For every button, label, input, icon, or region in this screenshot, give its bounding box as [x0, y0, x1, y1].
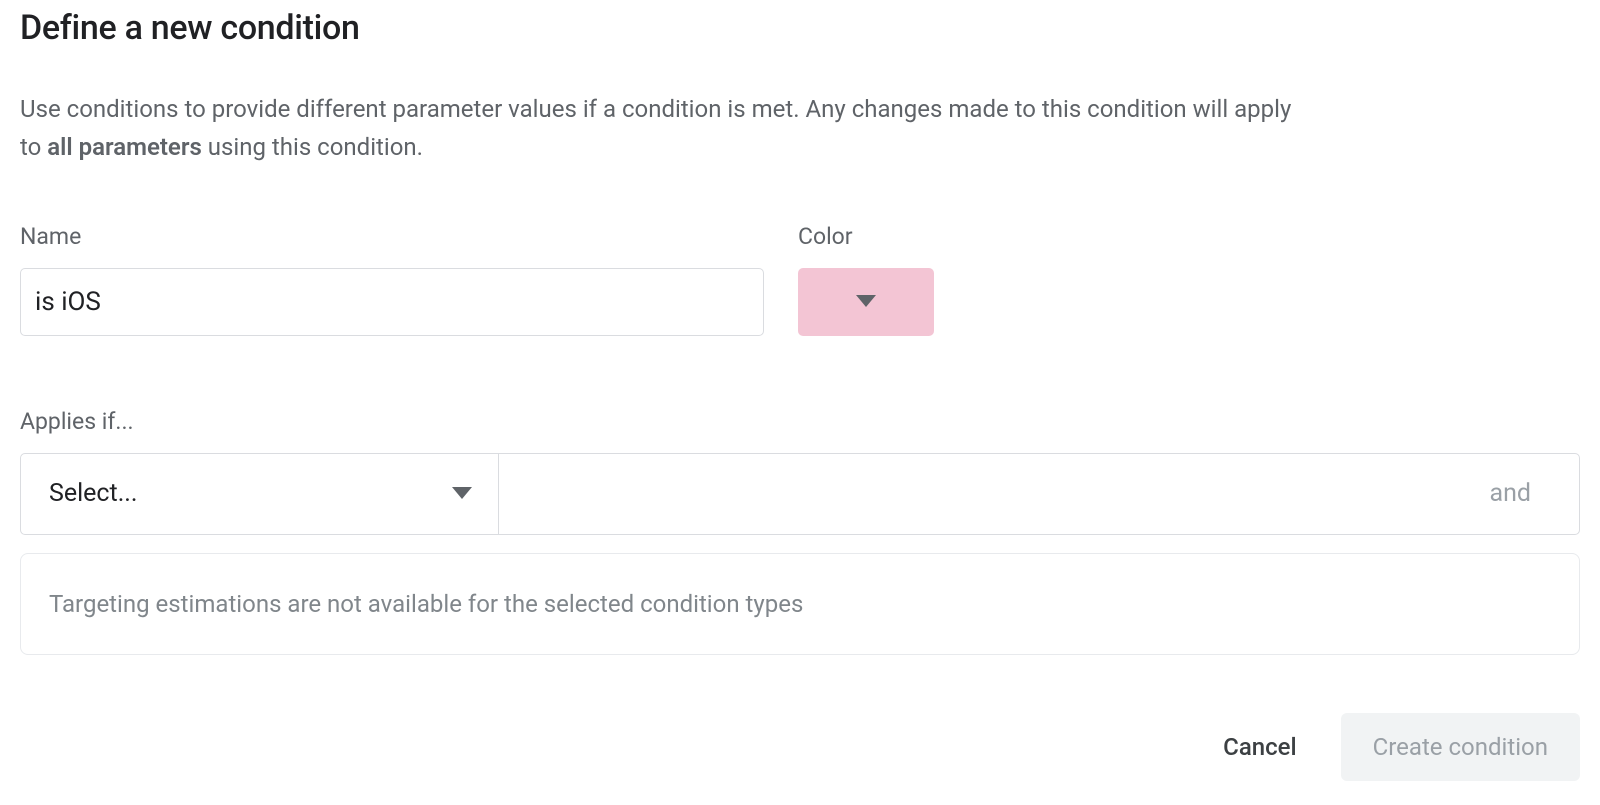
chevron-down-icon	[452, 484, 472, 503]
description-part2: using this condition.	[202, 133, 423, 161]
color-label: Color	[798, 223, 934, 250]
name-label: Name	[20, 223, 764, 250]
condition-spacer: and	[499, 454, 1579, 534]
description-bold: all parameters	[47, 133, 202, 161]
cancel-button[interactable]: Cancel	[1215, 721, 1304, 773]
info-message: Targeting estimations are not available …	[49, 590, 803, 618]
and-text: and	[1489, 479, 1531, 508]
condition-select-dropdown[interactable]: Select...	[21, 454, 499, 534]
condition-row: Select... and	[20, 453, 1580, 535]
page-title: Define a new condition	[20, 8, 1580, 48]
info-box: Targeting estimations are not available …	[20, 553, 1580, 655]
name-input[interactable]	[20, 268, 764, 336]
color-field-group: Color	[798, 223, 934, 336]
button-row: Cancel Create condition	[20, 713, 1580, 781]
description-text: Use conditions to provide different para…	[20, 90, 1300, 167]
name-field-group: Name	[20, 223, 764, 336]
color-dropdown[interactable]	[798, 268, 934, 336]
applies-if-label: Applies if...	[20, 408, 1580, 435]
select-placeholder: Select...	[49, 479, 137, 508]
form-row: Name Color	[20, 223, 1580, 336]
create-condition-button[interactable]: Create condition	[1341, 713, 1580, 781]
chevron-down-icon	[856, 292, 876, 311]
